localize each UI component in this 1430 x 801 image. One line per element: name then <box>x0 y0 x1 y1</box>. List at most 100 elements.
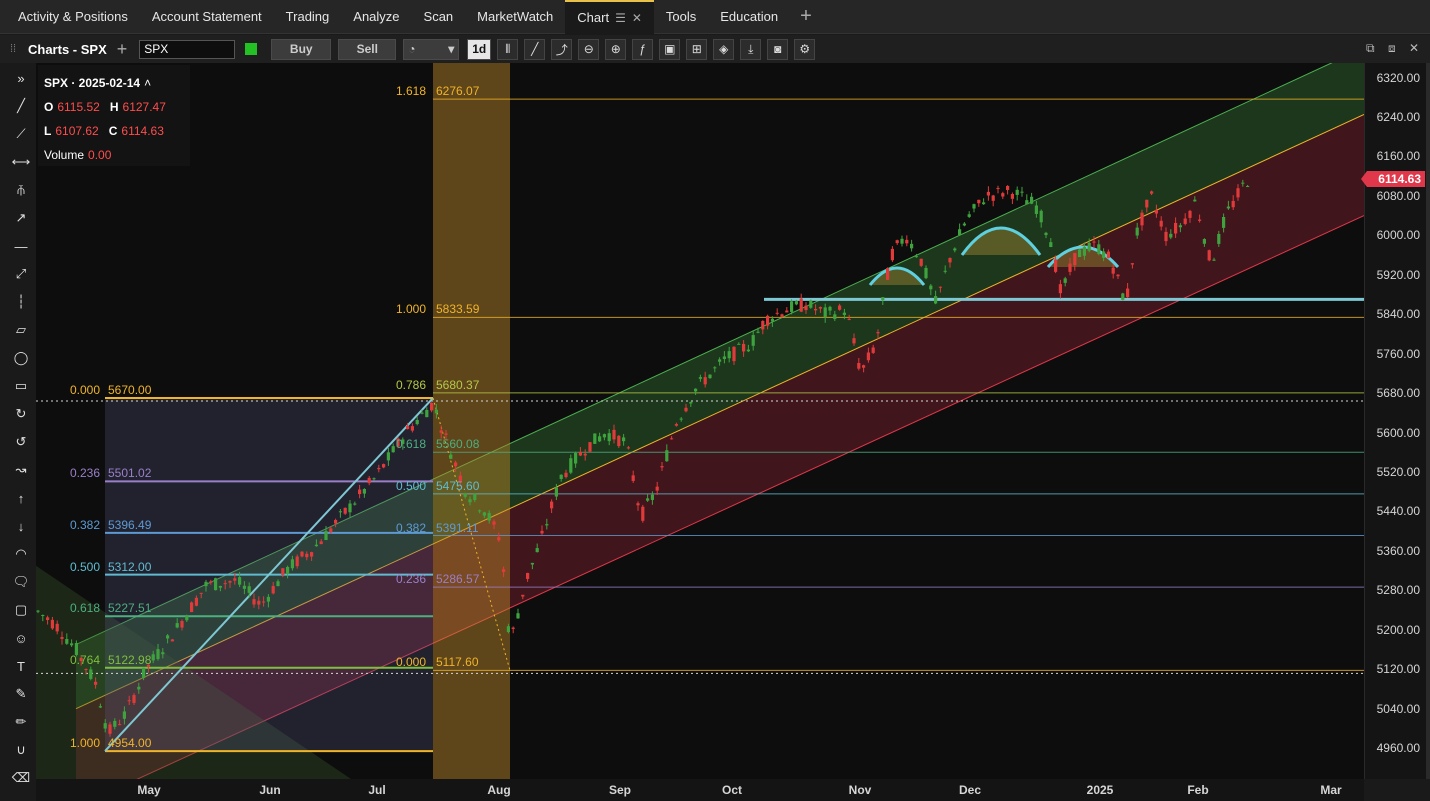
close-icon[interactable]: ✕ <box>1409 41 1419 55</box>
symbol-input[interactable] <box>139 39 236 59</box>
image-icon[interactable]: ▣ <box>659 38 681 60</box>
tab-trading[interactable]: Trading <box>274 0 342 34</box>
close-icon[interactable]: ✕ <box>632 11 642 25</box>
arrow-line-icon[interactable]: ↗ <box>10 204 32 232</box>
eraser-icon[interactable]: ⌫ <box>10 764 32 792</box>
candle-body <box>641 506 645 521</box>
candle-body <box>833 314 837 320</box>
time-axis[interactable]: May Jun Jul Aug Sep Oct Nov Dec 2025 Feb Mar <box>36 779 1364 801</box>
detach-icon[interactable]: ⧈ <box>1388 41 1396 56</box>
emoji-icon[interactable]: ☺ <box>10 624 32 652</box>
arrow-up-icon[interactable]: ↑ <box>10 484 32 512</box>
line-tool-icon[interactable]: ╱ <box>524 38 546 60</box>
layout-grid-icon[interactable]: ⊞ <box>686 38 708 60</box>
tab-education[interactable]: Education <box>708 0 790 34</box>
layers-icon[interactable]: ◈ <box>713 38 735 60</box>
price-axis[interactable]: 6320.00 6240.00 6160.00 6080.00 6000.00 5920.… <box>1361 63 1426 779</box>
parallelogram-icon[interactable]: ▱ <box>10 316 32 344</box>
tab-activity-positions[interactable]: Activity & Positions <box>6 0 140 34</box>
drag-grip-icon[interactable]: ⁞⁞ <box>10 44 18 55</box>
price-tick-label: 6160.00 <box>1376 149 1420 164</box>
fib-level-label: 0.000 <box>70 383 101 398</box>
popout-icon[interactable]: ⧉ <box>1366 41 1375 56</box>
arc-icon[interactable]: ◠ <box>10 540 32 568</box>
candle-body <box>1054 259 1058 272</box>
buy-button[interactable]: Buy <box>271 38 332 60</box>
function-icon[interactable]: ƒ <box>632 38 654 60</box>
expand-icon[interactable]: » <box>10 64 32 92</box>
candle-body <box>852 338 856 344</box>
ray-icon[interactable]: ⟋ <box>10 120 32 148</box>
top-navigation: Activity & Positions Account Statement Tra… <box>0 0 1430 34</box>
tab-chart[interactable]: Chart ☰ ✕ <box>565 0 654 34</box>
time-range-dropdown[interactable]: ◔ ▾ <box>403 38 460 60</box>
callout-icon[interactable]: 🗨 <box>10 568 32 596</box>
sell-button[interactable]: Sell <box>338 38 397 60</box>
time-tick-label: 2025 <box>1086 783 1114 797</box>
pitchfork-icon[interactable]: ⫚ <box>10 176 32 204</box>
period-button[interactable]: 1d <box>467 38 492 60</box>
text-icon[interactable]: T <box>10 652 32 680</box>
price-tick-label: 5440.00 <box>1376 504 1420 519</box>
zoom-out-icon[interactable]: ⊖ <box>578 38 600 60</box>
rectangle-icon[interactable]: ▭ <box>10 372 32 400</box>
candle-body <box>574 453 578 464</box>
add-chart-icon[interactable]: + <box>117 39 128 60</box>
candle-body <box>1068 263 1072 272</box>
tab-tools[interactable]: Tools <box>654 0 708 34</box>
candle-body <box>295 556 299 567</box>
magnet-icon[interactable]: ∪ <box>10 736 32 764</box>
note-icon[interactable]: ▢ <box>10 596 32 624</box>
fib-level-label: 0.236 <box>70 466 101 481</box>
chart-canvas[interactable] <box>36 63 1364 779</box>
candle-body <box>799 298 803 312</box>
scrollbar[interactable] <box>1426 63 1430 779</box>
studies-icon[interactable]: ⤴ <box>551 38 573 60</box>
tab-analyze[interactable]: Analyze <box>341 0 411 34</box>
candle-body <box>934 296 938 304</box>
candle-body <box>50 619 54 629</box>
download-icon[interactable]: ⤓ <box>740 38 762 60</box>
chart-type-icon[interactable]: ⫴ <box>497 38 519 60</box>
path-icon[interactable]: ↝ <box>10 456 32 484</box>
menu-icon[interactable]: ☰ <box>615 11 626 25</box>
chevron-up-icon[interactable]: ˄ <box>144 76 151 90</box>
candle-body <box>482 512 486 516</box>
highlighter-icon[interactable]: ✎ <box>10 680 32 708</box>
candle-body <box>770 318 774 322</box>
pencil-icon[interactable]: ✏ <box>10 708 32 736</box>
horizontal-ray-icon[interactable]: ⟷ <box>10 148 32 176</box>
ellipse-icon[interactable]: ◯ <box>10 344 32 372</box>
candle-body <box>698 377 702 379</box>
candle-body <box>1241 182 1245 184</box>
tab-label: Activity & Positions <box>18 9 128 24</box>
price-chart[interactable]: 0.000 5670.00 0.236 5501.02 0.382 5396.49 0.50… <box>36 63 1364 779</box>
candle-body <box>780 314 784 317</box>
arrow-down-icon[interactable]: ↓ <box>10 512 32 540</box>
zoom-in-icon[interactable]: ⊕ <box>605 38 627 60</box>
settings-gear-icon[interactable]: ⚙ <box>794 38 816 60</box>
add-tab-icon[interactable]: + <box>790 5 822 28</box>
time-tick-label: Sep <box>608 783 632 797</box>
candle-body <box>1001 193 1005 197</box>
tab-marketwatch[interactable]: MarketWatch <box>465 0 565 34</box>
candle-body <box>842 312 846 315</box>
candle-body <box>655 486 659 491</box>
candle-body <box>713 367 717 369</box>
candle-body <box>290 559 294 569</box>
camera-icon[interactable]: ◙ <box>767 38 789 60</box>
candle-body <box>492 521 496 525</box>
price-tick-label: 5360.00 <box>1376 543 1420 558</box>
candle-body <box>353 503 357 505</box>
vertical-line-icon[interactable]: ┆ <box>10 288 32 316</box>
horizontal-line-icon[interactable]: — <box>10 232 32 260</box>
candle-body <box>382 464 386 468</box>
candle-body <box>1015 189 1019 195</box>
candle-body <box>1025 200 1029 205</box>
tab-account-statement[interactable]: Account Statement <box>140 0 274 34</box>
extended-line-icon[interactable]: ⤢ <box>10 260 32 288</box>
curve-icon[interactable]: ↻ <box>10 400 32 428</box>
tab-scan[interactable]: Scan <box>412 0 466 34</box>
trendline-icon[interactable]: ╱ <box>10 92 32 120</box>
cycle-icon[interactable]: ↺ <box>10 428 32 456</box>
